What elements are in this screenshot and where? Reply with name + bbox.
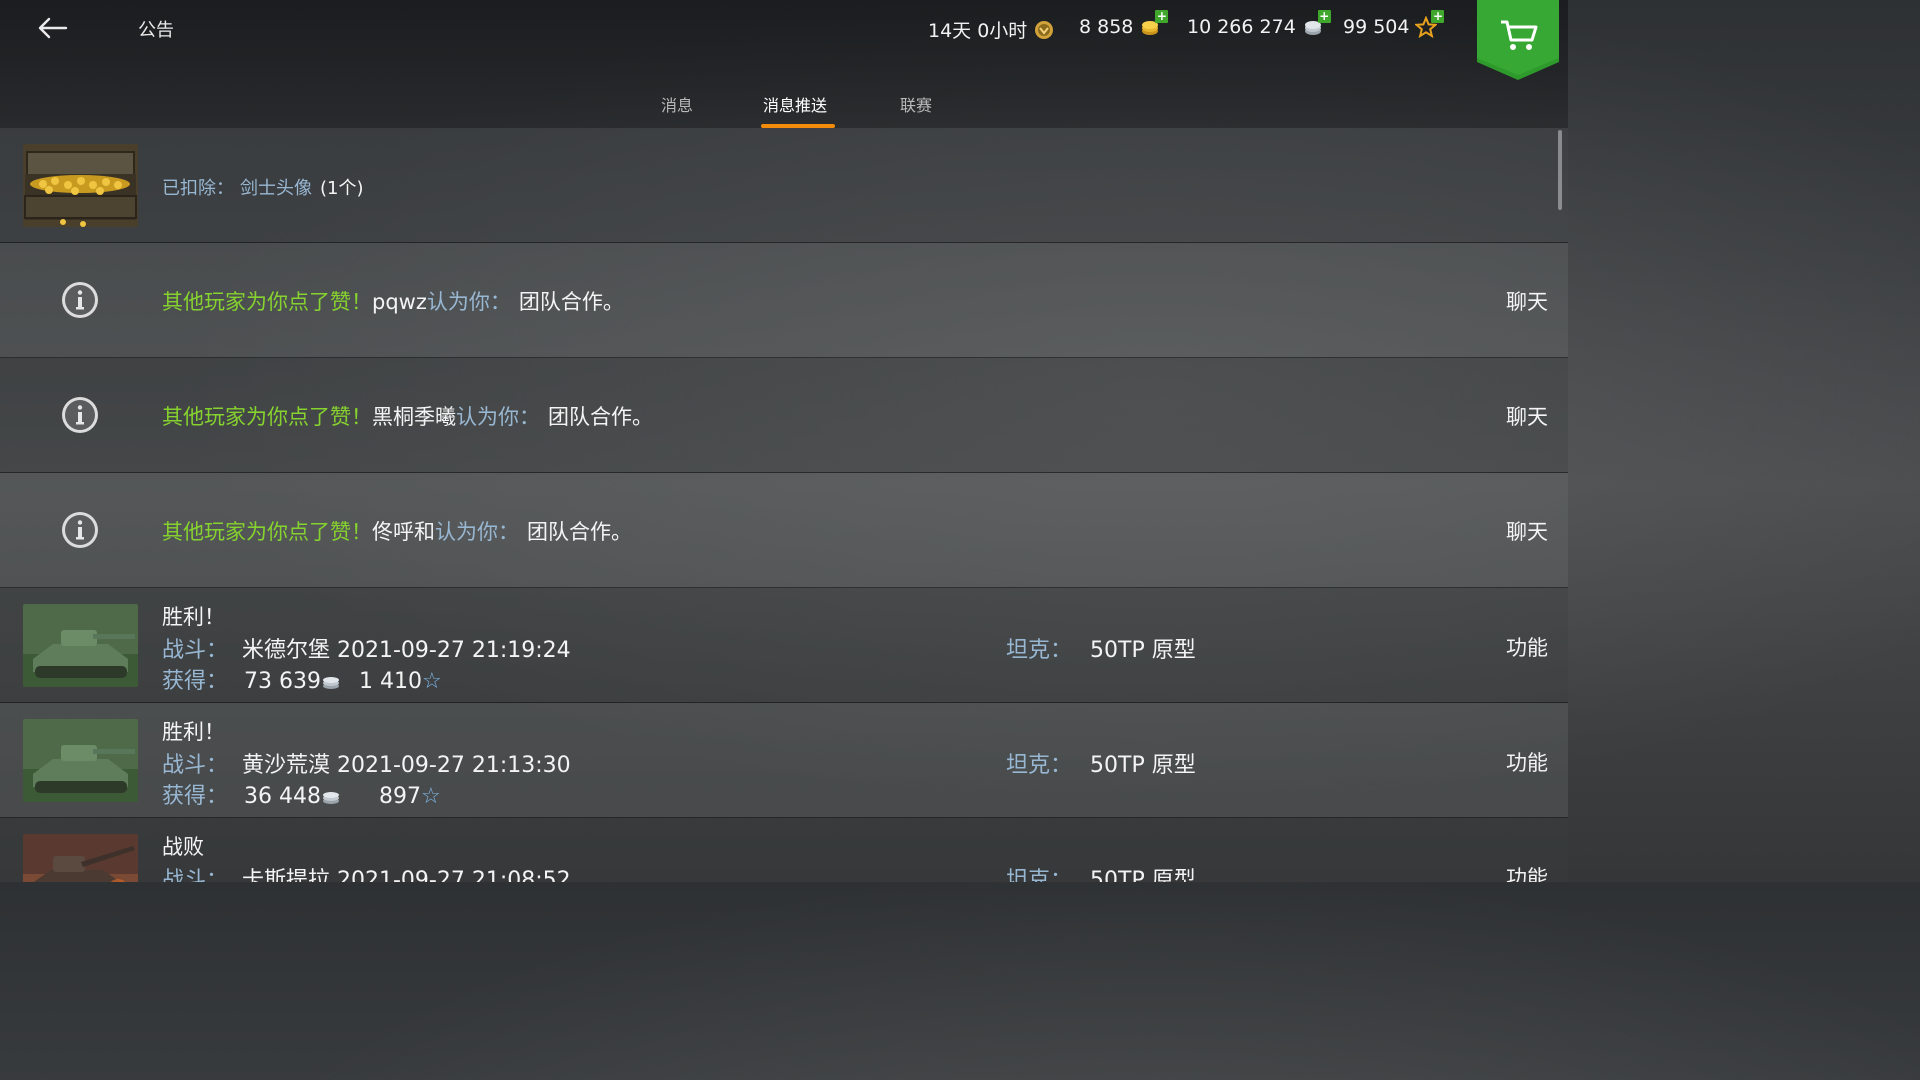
- like-says: 认为你：: [456, 405, 540, 429]
- silver-coin-icon: [323, 792, 339, 804]
- tank-label: 坦克：: [1006, 638, 1073, 663]
- like-reason: 团队合作。: [518, 290, 624, 314]
- gold-coins-icon: +: [1139, 10, 1169, 38]
- tank-name: 50TP 原型: [1090, 868, 1196, 882]
- battle-result: 战败: [162, 835, 204, 859]
- premium-time[interactable]: 14天 0小时: [928, 16, 1055, 43]
- like-headline: 其他玩家为你点了赞！: [162, 520, 372, 544]
- list-item[interactable]: 已扣除： 剑士头像 (1个): [0, 128, 1568, 243]
- add-gold-icon[interactable]: +: [1155, 10, 1169, 23]
- battle-result: 胜利！: [162, 720, 225, 744]
- battle-result: 胜利！: [162, 605, 225, 629]
- player-name: 佟呼和: [372, 520, 435, 544]
- deducted-label: 已扣除：: [162, 178, 234, 199]
- battle-info: 战斗： 黄沙荒漠 2021-09-27 21:13:30: [162, 747, 571, 779]
- battle-map-time: 卡斯提拉 2021-09-27 21:08:52: [242, 868, 571, 882]
- function-button[interactable]: 功能: [1506, 632, 1548, 662]
- list-scrollbar[interactable]: [1558, 130, 1562, 210]
- like-says: 认为你：: [435, 520, 519, 544]
- list-item[interactable]: 战败 战斗： 卡斯提拉 2021-09-27 21:08:52 坦克： 50TP 原…: [0, 818, 1568, 882]
- credits-balance[interactable]: 10 266 274 +: [1187, 10, 1331, 38]
- gold-balance[interactable]: 8 858 +: [1079, 10, 1169, 38]
- earned-xp: 897: [379, 784, 421, 809]
- like-message: 其他玩家为你点了赞！佟呼和认为你： 团队合作。: [162, 516, 632, 546]
- function-button[interactable]: 功能: [1506, 747, 1548, 777]
- notification-list[interactable]: 已扣除： 剑士头像 (1个) 其他玩家为你点了赞！pqwz认为你： 团队合作。 聊天 …: [0, 128, 1568, 882]
- deducted-text: 已扣除： 剑士头像 (1个): [162, 174, 364, 200]
- tank-name: 50TP 原型: [1090, 753, 1196, 778]
- list-item[interactable]: 胜利！ 战斗： 米德尔堡 2021-09-27 21:19:24 获得： 73 63…: [0, 588, 1568, 703]
- free-xp-star-icon: +: [1414, 10, 1445, 39]
- earned-credits: 36 448: [244, 784, 321, 809]
- battle-info: 战斗： 卡斯提拉 2021-09-27 21:08:52: [162, 862, 571, 882]
- tank-info: 坦克： 50TP 原型: [1006, 862, 1196, 882]
- like-reason: 团队合作。: [527, 520, 632, 544]
- list-item[interactable]: 其他玩家为你点了赞！pqwz认为你： 团队合作。 聊天: [0, 243, 1568, 358]
- silver-coin-icon: [323, 677, 339, 689]
- battle-rewards: 获得： 36 448 897☆: [162, 778, 441, 810]
- battle-info: 战斗： 米德尔堡 2021-09-27 21:19:24: [162, 632, 571, 664]
- premium-medal-icon: [1033, 19, 1055, 41]
- battle-map-time: 黄沙荒漠 2021-09-27 21:13:30: [242, 753, 571, 778]
- tank-image: [23, 719, 138, 802]
- info-icon: [62, 512, 98, 548]
- page-title: 公告: [138, 20, 174, 41]
- tank-image: [23, 834, 138, 882]
- add-credits-icon[interactable]: +: [1317, 10, 1331, 23]
- gold-chest-image: [23, 144, 138, 227]
- earned-credits: 73 639: [244, 669, 321, 694]
- info-icon: [62, 282, 98, 318]
- list-item[interactable]: 其他玩家为你点了赞！黑桐季曦认为你： 团队合作。 聊天: [0, 358, 1568, 473]
- tab-messages[interactable]: 消息: [661, 92, 693, 116]
- player-name: pqwz: [372, 290, 427, 314]
- tab-push-messages[interactable]: 消息推送: [763, 92, 827, 116]
- tab-league[interactable]: 联赛: [900, 92, 932, 116]
- credits-value: 10 266 274: [1187, 16, 1296, 38]
- like-headline: 其他玩家为你点了赞！: [162, 290, 372, 314]
- gold-value: 8 858: [1079, 16, 1134, 38]
- like-message: 其他玩家为你点了赞！pqwz认为你： 团队合作。: [162, 286, 624, 316]
- tank-label: 坦克：: [1006, 753, 1073, 778]
- back-arrow-icon[interactable]: [36, 14, 68, 42]
- like-message: 其他玩家为你点了赞！黑桐季曦认为你： 团队合作。: [162, 401, 653, 431]
- deducted-count: (1个): [320, 178, 364, 199]
- tab-bar: 消息 消息推送 联赛: [0, 88, 1568, 128]
- free-xp-balance[interactable]: 99 504 +: [1343, 10, 1445, 39]
- earn-label: 获得：: [162, 669, 229, 694]
- info-icon: [62, 397, 98, 433]
- like-says: 认为你：: [426, 290, 511, 314]
- earned-xp: 1 410: [359, 669, 422, 694]
- player-name: 黑桐季曦: [372, 405, 456, 429]
- add-free-xp-icon[interactable]: +: [1431, 10, 1445, 23]
- shop-cart-button[interactable]: [1477, 0, 1559, 80]
- battle-label: 战斗：: [162, 868, 229, 882]
- tank-info: 坦克： 50TP 原型: [1006, 632, 1196, 664]
- tank-label: 坦克：: [1006, 868, 1073, 882]
- battle-map-time: 米德尔堡 2021-09-27 21:19:24: [242, 638, 571, 663]
- xp-star-icon: ☆: [421, 669, 442, 694]
- battle-label: 战斗：: [162, 638, 229, 663]
- list-item[interactable]: 其他玩家为你点了赞！佟呼和认为你： 团队合作。 聊天: [0, 473, 1568, 588]
- chat-button[interactable]: 聊天: [1506, 401, 1548, 431]
- battle-label: 战斗：: [162, 753, 229, 778]
- like-headline: 其他玩家为你点了赞！: [162, 405, 372, 429]
- chat-button[interactable]: 聊天: [1506, 516, 1548, 546]
- chat-button[interactable]: 聊天: [1506, 286, 1548, 316]
- battle-rewards: 获得： 73 639 1 410☆: [162, 663, 442, 695]
- like-reason: 团队合作。: [548, 405, 653, 429]
- premium-time-value: 14天 0小时: [928, 20, 1028, 42]
- list-item[interactable]: 胜利！ 战斗： 黄沙荒漠 2021-09-27 21:13:30 获得： 36 44…: [0, 703, 1568, 818]
- tank-image: [23, 604, 138, 687]
- xp-star-icon: ☆: [421, 784, 441, 809]
- silver-coins-icon: +: [1302, 10, 1331, 38]
- tank-info: 坦克： 50TP 原型: [1006, 747, 1196, 779]
- function-button[interactable]: 功能: [1506, 862, 1548, 882]
- free-xp-value: 99 504: [1343, 16, 1410, 38]
- earn-label: 获得：: [162, 784, 229, 809]
- tank-name: 50TP 原型: [1090, 638, 1196, 663]
- deducted-item: 剑士头像: [240, 178, 312, 199]
